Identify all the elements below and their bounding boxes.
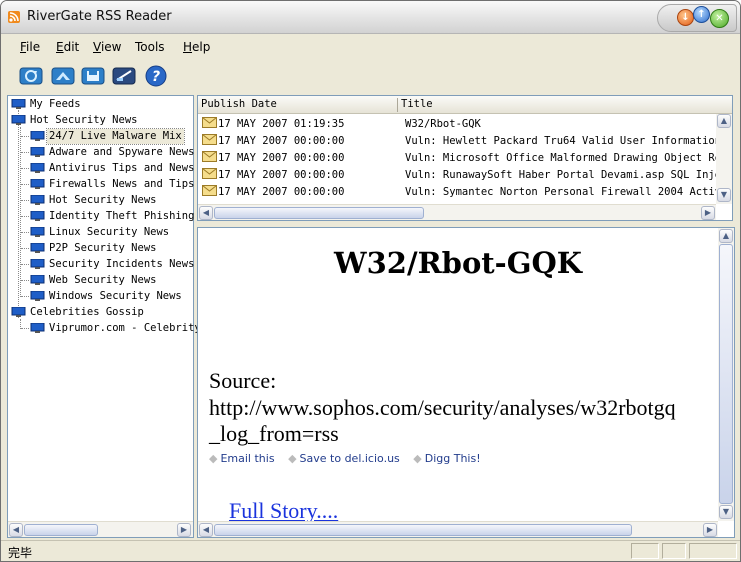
minimize-button[interactable]: ↓ — [677, 9, 694, 26]
menu-tools[interactable]: Tools — [135, 40, 165, 54]
mark-read-icon[interactable] — [51, 65, 75, 87]
scroll-thumb[interactable] — [24, 524, 98, 536]
feed-tree[interactable]: My Feeds Hot Security News 24/7 Live Mal… — [7, 95, 201, 538]
scroll-up-button[interactable]: ▲ — [717, 114, 731, 128]
article-row[interactable]: 17 MAY 2007 00:00:00 Vuln: RunawaySoft Ha… — [198, 166, 732, 183]
monitor-icon — [30, 322, 45, 334]
scroll-left-button[interactable]: ◀ — [199, 523, 213, 537]
monitor-icon — [30, 210, 45, 222]
menu-edit[interactable]: Edit — [56, 40, 79, 54]
monitor-icon — [30, 226, 45, 238]
monitor-icon — [30, 242, 45, 254]
scroll-thumb[interactable] — [719, 244, 733, 504]
column-publish-date[interactable]: Publish Date — [201, 98, 277, 110]
scroll-up-button[interactable]: ▲ — [719, 229, 733, 243]
monitor-icon — [30, 162, 45, 174]
monitor-icon — [30, 194, 45, 206]
monitor-icon — [11, 98, 26, 110]
article-row[interactable]: 17 MAY 2007 00:00:00 Vuln: Microsoft Offi… — [198, 149, 732, 166]
article-view[interactable]: W32/Rbot-GQK Source: http://www.sophos.c… — [197, 227, 735, 538]
tree-connector — [21, 184, 29, 185]
tree-connector — [21, 216, 29, 217]
monitor-icon — [30, 274, 45, 286]
scroll-thumb[interactable] — [214, 524, 632, 536]
envelope-icon — [202, 151, 217, 162]
menu-view[interactable]: View — [93, 40, 121, 54]
tree-connector — [21, 296, 29, 297]
app-window: RiverGate RSS Reader ↓ ↑ ✕ File Edit Vie… — [0, 0, 741, 562]
article-row[interactable]: 17 MAY 2007 00:00:00 Vuln: Hewlett Packar… — [198, 132, 732, 149]
envelope-icon — [202, 185, 217, 196]
digg-link[interactable]: Digg This! — [425, 452, 481, 465]
menu-help[interactable]: Help — [183, 40, 210, 54]
close-button[interactable]: ✕ — [710, 9, 729, 28]
tree-connector — [21, 280, 29, 281]
email-link[interactable]: Email this — [220, 452, 274, 465]
list-vscrollbar[interactable]: ▲ ▼ — [716, 114, 732, 204]
column-title[interactable]: Title — [401, 98, 433, 110]
monitor-icon — [30, 258, 45, 270]
list-header: Publish Date Title — [198, 96, 732, 114]
title-bar[interactable]: RiverGate RSS Reader ↓ ↑ ✕ — [1, 1, 740, 34]
save-icon[interactable] — [81, 65, 105, 87]
delicious-link[interactable]: Save to del.icio.us — [300, 452, 400, 465]
scroll-right-button[interactable]: ▶ — [177, 523, 191, 537]
article-row[interactable]: 17 MAY 2007 00:00:00 Vuln: Symantec Norto… — [198, 183, 732, 200]
envelope-icon — [202, 134, 217, 145]
content-vscrollbar[interactable]: ▲ ▼ — [718, 228, 734, 521]
source-label: Source: — [209, 368, 277, 393]
refresh-feeds-icon[interactable] — [19, 65, 43, 87]
monitor-icon — [30, 146, 45, 158]
tree-connector — [21, 232, 29, 233]
status-panel — [631, 543, 659, 559]
tree-connector — [18, 110, 19, 318]
tree-connector — [21, 168, 29, 169]
share-links: ◆ Email this ◆ Save to del.icio.us ◆ Digg T… — [209, 452, 481, 465]
source-url-continued[interactable]: _log_from=rss — [209, 421, 339, 447]
content-hscrollbar[interactable]: ◀ ▶ — [198, 521, 718, 537]
new-feed-icon[interactable] — [112, 65, 136, 87]
status-text: 完毕 — [8, 546, 33, 560]
menu-file[interactable]: File — [20, 40, 40, 54]
list-hscrollbar[interactable]: ◀ ▶ — [198, 204, 716, 220]
source-url[interactable]: http://www.sophos.com/security/analyses/… — [209, 395, 676, 421]
maximize-button[interactable]: ↑ — [693, 6, 710, 23]
column-divider[interactable] — [397, 98, 398, 112]
tree-connector — [21, 200, 29, 201]
monitor-icon — [11, 114, 26, 126]
scroll-left-button[interactable]: ◀ — [9, 523, 23, 537]
monitor-icon — [11, 306, 26, 318]
scroll-left-button[interactable]: ◀ — [199, 206, 213, 220]
help-icon[interactable]: ? — [144, 65, 168, 87]
tree-connector — [21, 328, 29, 329]
tree-connector — [21, 264, 29, 265]
tree-connector — [21, 248, 29, 249]
scroll-down-button[interactable]: ▼ — [717, 188, 731, 202]
status-bar: 完毕 — [1, 540, 740, 561]
status-panel — [662, 543, 686, 559]
window-title: RiverGate RSS Reader — [27, 9, 172, 24]
article-title: W32/Rbot-GQK — [334, 246, 582, 280]
monitor-icon — [30, 290, 45, 302]
sidebar-hscrollbar[interactable]: ◀ ▶ — [8, 521, 193, 537]
menu-bar: File Edit View Tools Help — [1, 36, 740, 58]
status-panel — [689, 543, 737, 559]
app-icon — [8, 11, 20, 23]
svg-text:?: ? — [152, 69, 160, 85]
scroll-thumb[interactable] — [214, 207, 424, 219]
article-row[interactable]: 17 MAY 2007 01:19:35 W32/Rbot-GQK — [198, 115, 718, 132]
tree-connector — [21, 136, 29, 137]
monitor-icon — [30, 130, 45, 142]
scroll-right-button[interactable]: ▶ — [701, 206, 715, 220]
scroll-right-button[interactable]: ▶ — [703, 523, 717, 537]
tree-connector — [21, 152, 29, 153]
scroll-down-button[interactable]: ▼ — [719, 505, 733, 519]
toolbar: ? — [1, 61, 740, 93]
envelope-icon — [202, 117, 217, 128]
monitor-icon — [30, 178, 45, 190]
article-list[interactable]: Publish Date Title 17 MAY 2007 01:19:35 W… — [197, 95, 733, 221]
envelope-icon — [202, 168, 217, 179]
